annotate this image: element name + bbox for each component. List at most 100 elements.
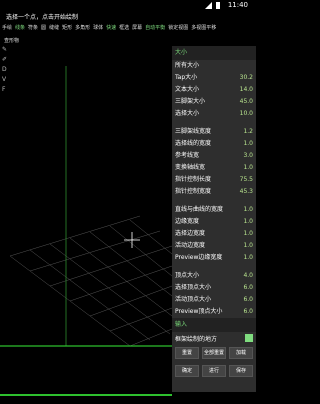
toolbar-button[interactable]: 缝缝 xyxy=(49,24,59,31)
settings-item-label: 选择大小 xyxy=(175,110,200,117)
size-section-header: 大小 xyxy=(172,46,256,60)
settings-item[interactable]: 变换轴线宽 1.0 xyxy=(172,162,256,174)
grid-line xyxy=(49,243,171,335)
toolbar-button[interactable]: 自动平衡 xyxy=(145,24,165,31)
settings-item-value: 6.0 xyxy=(243,308,253,315)
grid-line xyxy=(9,255,131,347)
toolbar-button[interactable]: 框选 xyxy=(119,24,129,31)
toolbar-button[interactable]: 线条 xyxy=(15,24,25,31)
grid-line xyxy=(49,245,173,287)
settings-item[interactable]: 参考线宽 3.0 xyxy=(172,150,256,162)
toolbar-button[interactable]: 圆 xyxy=(41,24,46,31)
toolbar-button[interactable]: 手绘 xyxy=(2,24,12,31)
hint-text: 选择一个点，点击开始绘制 xyxy=(6,14,79,21)
settings-item-label: 参考线宽 xyxy=(175,152,200,159)
settings-item-label: 三脚架线宽度 xyxy=(175,128,212,135)
settings-panel: 大小 所有大小 Tap大小 30.2 文本大小 14.0 三脚架大小 45.0 选择大小 10… xyxy=(172,46,256,392)
settings-item-value: 3.0 xyxy=(243,152,253,159)
settings-item-label: 直线与曲线的宽度 xyxy=(175,206,224,213)
settings-item[interactable]: 三脚架大小 45.0 xyxy=(172,96,256,108)
settings-item[interactable]: 直线与曲线的宽度 1.0 xyxy=(172,204,256,216)
bottom-green-line xyxy=(0,394,172,396)
3d-viewport[interactable] xyxy=(0,46,173,400)
settings-item-value: 1.2 xyxy=(243,128,253,135)
settings-item-value: 1.0 xyxy=(243,218,253,225)
all-size-item[interactable]: 所有大小 xyxy=(172,60,256,72)
settings-item[interactable]: 活动边宽度 1.0 xyxy=(172,240,256,252)
settings-item[interactable]: 活动顶点大小 6.0 xyxy=(172,294,256,306)
settings-item-value: 45.0 xyxy=(239,98,253,105)
settings-item-label: 选择边宽度 xyxy=(175,230,206,237)
settings-item-value: 10.0 xyxy=(239,110,253,117)
settings-item-label: 活动边宽度 xyxy=(175,242,206,249)
panel-button[interactable]: 确定 xyxy=(175,365,199,377)
toolbar-row-2: 查形物 xyxy=(4,34,19,46)
settings-item-value: 6.0 xyxy=(243,284,253,291)
toolbar-button[interactable]: 多角形 xyxy=(75,24,90,31)
toolbar-button[interactable]: 快速 xyxy=(106,24,116,31)
grid-line xyxy=(69,265,173,302)
settings-item-value: 1.0 xyxy=(243,254,253,261)
toolbar-button[interactable]: 矩形 xyxy=(62,24,72,31)
settings-item-value: 1.0 xyxy=(243,206,253,213)
input-section-header: 输入 xyxy=(172,318,256,332)
settings-item[interactable]: Preview边缘宽度 1.0 xyxy=(172,252,256,264)
settings-item-label: 选择顶点大小 xyxy=(175,284,212,291)
settings-item-value: 1.0 xyxy=(243,164,253,171)
panel-button[interactable]: 保存 xyxy=(229,365,253,377)
settings-item[interactable]: 顶点大小 4.0 xyxy=(172,270,256,282)
checkbox-icon[interactable] xyxy=(245,334,253,342)
clock: 11:40 xyxy=(227,1,248,9)
panel-button[interactable]: 重置 xyxy=(175,347,199,359)
settings-item-label: Preview顶点大小 xyxy=(175,308,223,315)
toolbar-button[interactable]: 符条 xyxy=(28,24,38,31)
toolbar-button[interactable]: 球体 xyxy=(93,24,103,31)
settings-item-value: 1.0 xyxy=(243,230,253,237)
settings-item[interactable]: Preview顶点大小 6.0 xyxy=(172,306,256,318)
toolbar-button[interactable]: 多视图平移 xyxy=(191,24,216,31)
settings-item-value: 14.0 xyxy=(239,86,253,93)
settings-item[interactable]: 选择顶点大小 6.0 xyxy=(172,282,256,294)
settings-item-label: 边缘宽度 xyxy=(175,218,200,225)
toolbar-button[interactable]: 查形物 xyxy=(4,37,19,44)
settings-item[interactable]: Tap大小 30.2 xyxy=(172,72,256,84)
toolbar-row-1: 手绘 线条 符条圆缝缝 矩形 多角形 球体 快速 框选 屏幕 自动平衡 锁定视图 多视图平移 xyxy=(2,22,256,32)
frame-draw-toggle[interactable]: 框架绘制的地方 xyxy=(172,332,256,344)
settings-item-label: 指针控制长度 xyxy=(175,176,212,183)
settings-item[interactable]: 指针控制宽度 45.3 xyxy=(172,186,256,198)
settings-item-label: 文本大小 xyxy=(175,86,200,93)
settings-item-label: 指针控制宽度 xyxy=(175,188,212,195)
settings-item[interactable]: 选择大小 10.0 xyxy=(172,108,256,120)
settings-item[interactable]: 选择线的宽度 1.0 xyxy=(172,138,256,150)
grid-line xyxy=(129,219,173,255)
settings-item-value: 75.5 xyxy=(239,176,253,183)
settings-item[interactable]: 指针控制长度 75.5 xyxy=(172,174,256,186)
grid-line xyxy=(9,215,141,257)
grid-line xyxy=(69,237,173,317)
toolbar-button[interactable]: 屏幕 xyxy=(132,24,142,31)
status-bar: 11:40 xyxy=(0,0,256,12)
settings-item[interactable]: 三脚架线宽度 1.2 xyxy=(172,126,256,138)
settings-item[interactable]: 选择边宽度 1.0 xyxy=(172,228,256,240)
grid-line xyxy=(109,307,173,332)
grid-svg xyxy=(0,66,173,347)
panel-button[interactable]: 进行 xyxy=(202,365,226,377)
crosshair-icon xyxy=(124,232,140,248)
grid-line xyxy=(129,328,173,347)
settings-item-value: 45.3 xyxy=(239,188,253,195)
settings-item[interactable]: 边缘宽度 1.0 xyxy=(172,216,256,228)
settings-item-value: 1.0 xyxy=(243,140,253,147)
settings-item-label: Preview边缘宽度 xyxy=(175,254,223,261)
panel-button[interactable]: 加载 xyxy=(229,347,253,359)
settings-item-label: 活动顶点大小 xyxy=(175,296,212,303)
signal-icon xyxy=(205,2,212,9)
toolbar-button[interactable]: 锁定视图 xyxy=(168,24,188,31)
settings-item-value: 4.0 xyxy=(243,272,253,279)
panel-button[interactable]: 全部重置 xyxy=(202,347,226,359)
settings-item-value: 6.0 xyxy=(243,296,253,303)
grid-line xyxy=(109,225,173,277)
settings-item[interactable]: 文本大小 14.0 xyxy=(172,84,256,96)
grid-line xyxy=(89,285,173,317)
settings-item-label: 选择线的宽度 xyxy=(175,140,212,147)
grid-line xyxy=(29,249,151,341)
